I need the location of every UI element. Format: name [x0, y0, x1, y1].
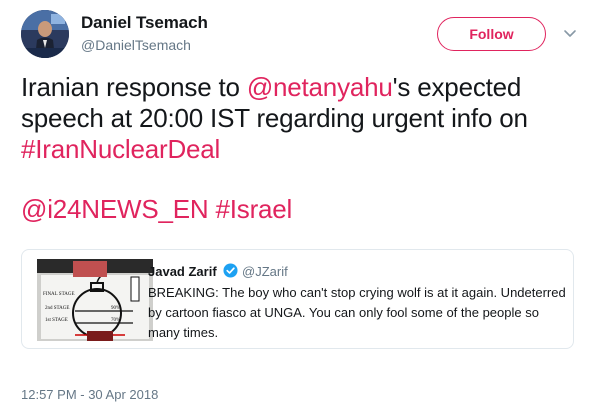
tweet-timestamp[interactable]: 12:57 PM - 30 Apr 2018 [21, 387, 158, 402]
chevron-down-icon[interactable] [562, 25, 578, 41]
author-handle[interactable]: @DanielTsemach [81, 37, 191, 53]
final-stage-label: FINAL STAGE [43, 292, 75, 297]
follow-button[interactable]: Follow [437, 17, 546, 51]
avatar-photo [21, 10, 69, 58]
ninety-percent-label: 90% [111, 306, 120, 311]
quoted-author-handle[interactable]: @JZarif [242, 264, 288, 279]
quoted-tweet[interactable]: FINAL STAGE 2nd STAGE 1st STAGE 90% 70% … [21, 249, 574, 349]
tweet-text-part: Iranian response to [21, 72, 247, 102]
author-name[interactable]: Daniel Tsemach [81, 13, 208, 33]
quoted-author-name[interactable]: Javad Zarif [148, 264, 217, 279]
mention-i24news[interactable]: @i24NEWS_EN [21, 194, 209, 224]
seventy-percent-label: 70% [111, 318, 120, 323]
hashtag-israel[interactable]: #Israel [216, 194, 293, 224]
verified-badge-icon [223, 263, 238, 278]
second-stage-label: 2nd STAGE [45, 306, 69, 311]
quoted-tweet-image[interactable]: FINAL STAGE 2nd STAGE 1st STAGE 90% 70% [37, 259, 153, 341]
hashtag-irannucleardeal[interactable]: #IranNuclearDeal [21, 134, 220, 164]
author-avatar[interactable] [21, 10, 69, 58]
tweet-text: Iranian response to @netanyahu's expecte… [21, 72, 591, 225]
first-stage-label: 1st STAGE [45, 318, 68, 323]
quoted-tweet-text: BREAKING: The boy who can't stop crying … [148, 285, 566, 340]
bomb-cartoon-image: FINAL STAGE 2nd STAGE 1st STAGE 90% 70% [37, 259, 153, 341]
mention-netanyahu[interactable]: @netanyahu [247, 72, 393, 102]
